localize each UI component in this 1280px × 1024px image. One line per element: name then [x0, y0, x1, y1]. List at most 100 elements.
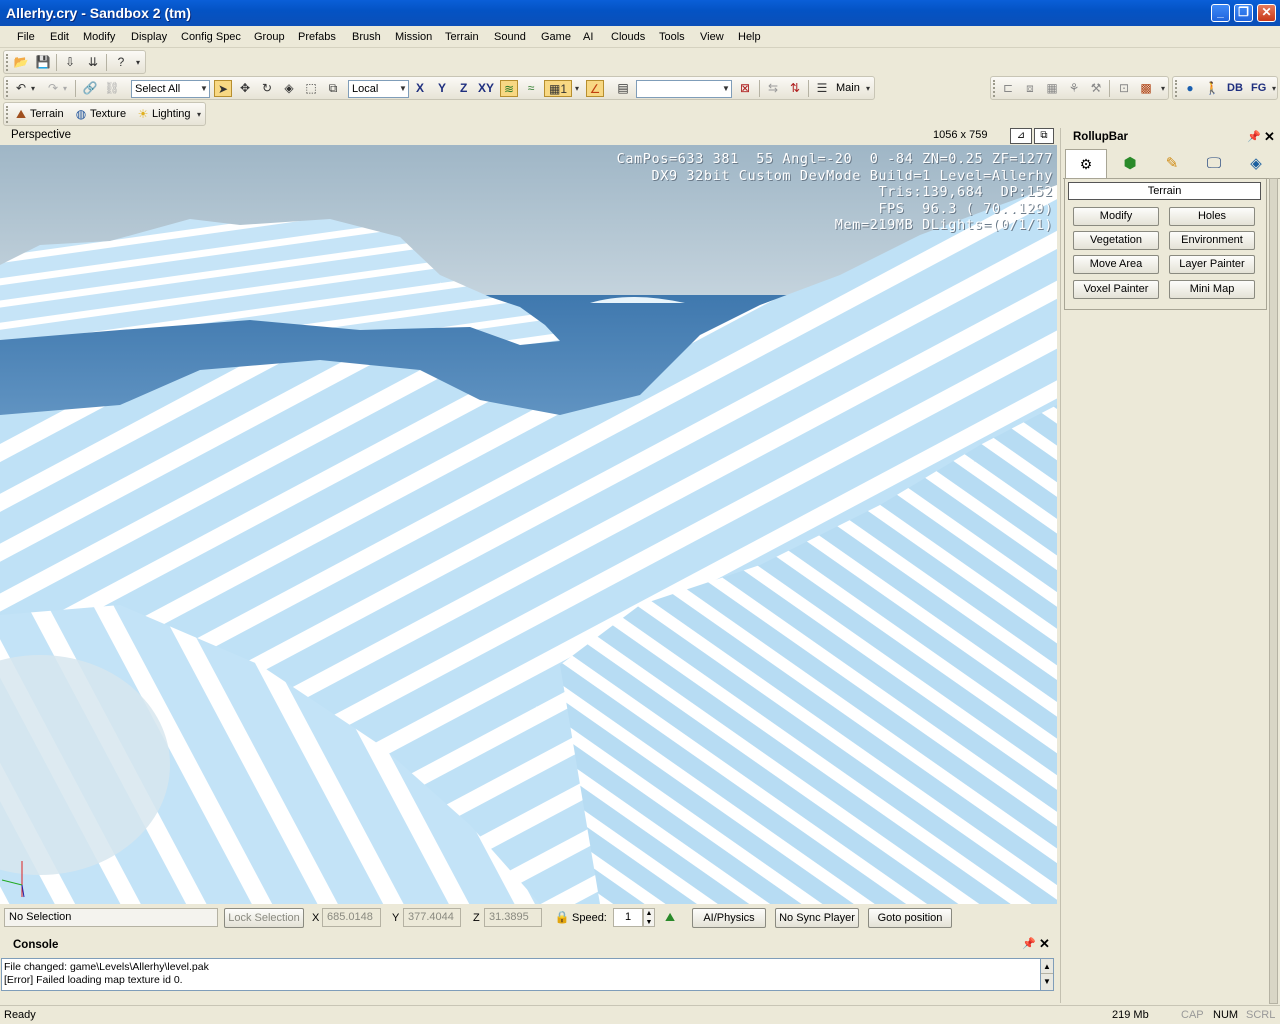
menu-game[interactable]: Game — [541, 31, 571, 43]
save-icon[interactable]: 💾 — [34, 54, 52, 71]
speed-input[interactable]: 1 — [613, 908, 643, 927]
hierarchy-icon[interactable]: ⚘ — [1065, 80, 1083, 97]
select-terrain-icon[interactable]: ⬚ — [302, 80, 320, 97]
toolbar-overflow-icon[interactable]: ▾ — [1269, 80, 1279, 97]
undo-dropdown-icon[interactable]: ▾ — [28, 80, 38, 97]
layers-icon[interactable]: ☰ — [813, 80, 831, 97]
menu-modify[interactable]: Modify — [83, 31, 115, 43]
layer-icon-1[interactable]: ⇆ — [764, 80, 782, 97]
align-grid-icon[interactable]: ⧈ — [1021, 80, 1039, 97]
menu-display[interactable]: Display — [131, 31, 167, 43]
named-selection-icon[interactable]: ▤ — [614, 80, 632, 97]
physics-icon[interactable]: ⚒ — [1087, 80, 1105, 97]
maximize-viewport-icon[interactable]: ⧉ — [1034, 128, 1054, 144]
menu-config-spec[interactable]: Config Spec — [181, 31, 241, 43]
menu-help[interactable]: Help — [738, 31, 761, 43]
flowgraph-button[interactable]: FG — [1251, 82, 1266, 94]
toolbar-grip[interactable] — [1175, 80, 1178, 97]
close-icon[interactable]: ✕ — [1264, 129, 1275, 145]
menu-tools[interactable]: Tools — [659, 31, 685, 43]
globe-icon[interactable]: ● — [1181, 80, 1199, 97]
close-button[interactable]: ✕ — [1257, 4, 1276, 22]
toolbar-grip[interactable] — [6, 80, 9, 97]
menu-prefabs[interactable]: Prefabs — [298, 31, 336, 43]
terrain-tab-icon[interactable]: ⬢ — [1109, 151, 1151, 179]
console-scrollbar[interactable]: ▲ ▼ — [1040, 958, 1054, 991]
display-tab-icon[interactable]: 🖵 — [1193, 151, 1235, 179]
toolbar-overflow-icon[interactable]: ▾ — [132, 54, 144, 71]
mini-map-button[interactable]: Mini Map — [1169, 280, 1255, 299]
terrain-section-header[interactable]: Terrain — [1068, 182, 1261, 200]
menu-mission[interactable]: Mission — [395, 31, 432, 43]
menu-file[interactable]: File — [17, 31, 35, 43]
toolbar-grip[interactable] — [993, 80, 996, 97]
export-icon[interactable]: ⇩ — [61, 54, 79, 71]
menu-ai[interactable]: AI — [583, 31, 593, 43]
menu-view[interactable]: View — [700, 31, 724, 43]
current-layer-label[interactable]: Main — [836, 82, 860, 94]
scroll-up-icon[interactable]: ▲ — [1041, 959, 1053, 974]
rollup-scrollbar[interactable] — [1269, 178, 1278, 1004]
layer-painter-button[interactable]: Layer Painter — [1169, 255, 1255, 274]
database-button[interactable]: DB — [1227, 82, 1243, 94]
menu-brush[interactable]: Brush — [352, 31, 381, 43]
y-coordinate-field[interactable]: 377.4044 — [403, 908, 461, 927]
layer-icon-2[interactable]: ⇅ — [786, 80, 804, 97]
export-all-icon[interactable]: ⇊ — [84, 54, 102, 71]
scroll-down-icon[interactable]: ▼ — [1041, 974, 1053, 989]
speed-spinner[interactable]: ▲ ▼ — [643, 908, 655, 927]
pin-icon[interactable]: 📌 — [1247, 130, 1261, 143]
flowgraph-icon[interactable]: ⊡ — [1115, 80, 1133, 97]
modeling-tab-icon[interactable]: ✎ — [1151, 151, 1193, 179]
viewport-name[interactable]: Perspective — [11, 129, 71, 141]
terrain-collision-icon[interactable]: ⛰ — [661, 909, 679, 926]
layers-tab-icon[interactable]: ◈ — [1235, 151, 1277, 179]
terrain-follow-icon[interactable]: ≋ — [500, 80, 518, 97]
menu-sound[interactable]: Sound — [494, 31, 526, 43]
delete-selection-icon[interactable]: ⊠ — [736, 80, 754, 97]
x-coordinate-field[interactable]: 685.0148 — [322, 908, 381, 927]
move-area-button[interactable]: Move Area — [1073, 255, 1159, 274]
scale-icon[interactable]: ◈ — [280, 80, 298, 97]
holes-button[interactable]: Holes — [1169, 207, 1255, 226]
environment-button[interactable]: Environment — [1169, 231, 1255, 250]
texture-button[interactable]: Texture — [90, 108, 126, 120]
minimize-button[interactable]: _ — [1211, 4, 1230, 22]
material-icon[interactable]: ▩ — [1137, 80, 1155, 97]
toolbar-grip[interactable] — [6, 54, 9, 71]
lock-icon[interactable]: 🔒 — [553, 909, 571, 926]
redo-dropdown-icon[interactable]: ▾ — [60, 80, 70, 97]
grid-snap-dropdown-icon[interactable]: ▾ — [572, 80, 582, 97]
grid-icon[interactable]: ▦ — [1043, 80, 1061, 97]
viewport-options-icon[interactable]: ⊿ — [1010, 128, 1032, 144]
voxel-painter-button[interactable]: Voxel Painter — [1073, 280, 1159, 299]
toolbar-overflow-icon[interactable]: ▾ — [862, 80, 874, 97]
grid-snap-button[interactable]: ▦1 — [544, 80, 572, 97]
toolbar-overflow-icon[interactable]: ▾ — [1157, 80, 1169, 97]
toolbar-grip[interactable] — [6, 106, 9, 123]
axis-xy-button[interactable]: XY — [478, 81, 494, 95]
pin-icon[interactable]: 📌 — [1022, 937, 1036, 950]
menu-terrain[interactable]: Terrain — [445, 31, 479, 43]
lock-selection-button[interactable]: Lock Selection — [224, 908, 304, 928]
rotate-icon[interactable]: ↻ — [258, 80, 276, 97]
ref-coord-combo[interactable]: Local ▼ — [348, 80, 409, 98]
player-icon[interactable]: 🚶 — [1203, 80, 1221, 97]
axis-z-button[interactable]: Z — [460, 81, 467, 95]
goto-position-button[interactable]: Goto position — [868, 908, 952, 928]
axis-y-button[interactable]: Y — [438, 81, 446, 95]
menu-clouds[interactable]: Clouds — [611, 31, 645, 43]
named-selection-combo[interactable]: ▼ — [636, 80, 732, 98]
open-icon[interactable]: 📂 — [12, 54, 30, 71]
console-log[interactable]: File changed: game\Levels\Allerhy\level.… — [1, 958, 1041, 991]
perspective-viewport[interactable]: CamPos=633 381 55 Angl=-20 0 -84 ZN=0.25… — [0, 145, 1057, 904]
vegetation-button[interactable]: Vegetation — [1073, 231, 1159, 250]
link-icon[interactable]: 🔗 — [81, 80, 99, 97]
snap-to-object-icon[interactable]: ⧉ — [324, 80, 342, 97]
terrain-button[interactable]: Terrain — [30, 108, 64, 120]
angle-snap-icon[interactable]: ∠ — [586, 80, 604, 97]
no-sync-player-button[interactable]: No Sync Player — [775, 908, 859, 928]
z-coordinate-field[interactable]: 31.3895 — [484, 908, 542, 927]
axis-x-button[interactable]: X — [416, 81, 424, 95]
align-icon[interactable]: ⊏ — [999, 80, 1017, 97]
